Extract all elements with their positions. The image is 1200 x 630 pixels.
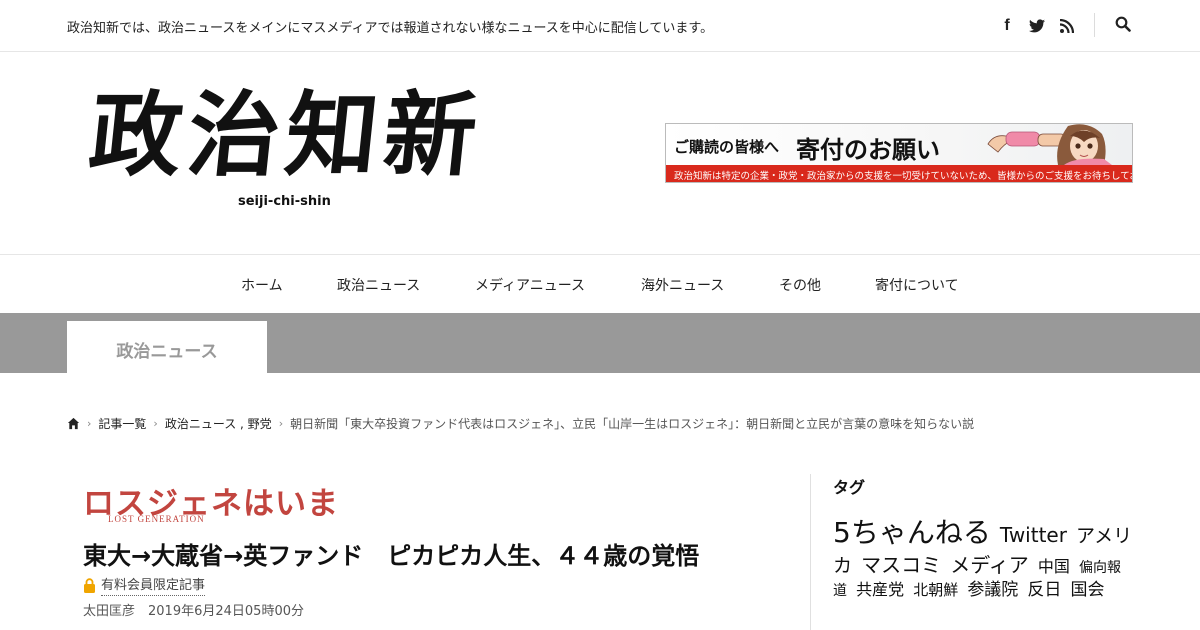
nav-item-donation[interactable]: 寄付について [875, 275, 959, 295]
nav-item-other[interactable]: その他 [779, 275, 821, 295]
facebook-icon[interactable]: f [998, 17, 1016, 35]
chevron-right-icon: › [153, 416, 158, 430]
breadcrumb: › 記事一覧 › 政治ニュース , 野党 › 朝日新聞「東大卒投資ファンド代表は… [67, 414, 974, 432]
category-title: 政治ニュース [116, 342, 218, 362]
paid-article-label: 有料会員限定記事 [83, 574, 206, 596]
nav-item-overseas[interactable]: 海外ニュース [641, 275, 724, 295]
tag-link[interactable]: 中国 [1038, 557, 1070, 576]
banner-title: 寄付のお願い [796, 135, 940, 164]
breadcrumb-category[interactable]: 政治ニュース , 野党 [165, 415, 272, 432]
mascot-illustration [987, 124, 1112, 165]
series-subtitle: LOST GENERATION [108, 514, 205, 524]
divider [1094, 13, 1095, 37]
nav-item-home[interactable]: ホーム [241, 275, 283, 295]
site-logo[interactable]: 政治知新 seiji-chi-shin [84, 78, 510, 218]
nav-item-media[interactable]: メディアニュース [475, 275, 585, 295]
site-tagline: 政治知新では、政治ニュースをメインにマスメディアでは報道されない様なニュースを中… [67, 21, 714, 36]
sidebar-title: タグ [833, 478, 866, 497]
donation-banner[interactable]: ご購読の皆様へ 寄付のお願い 政治知新は特定の企業・政党・政治家からの支援を一切… [665, 123, 1133, 183]
tag-link[interactable]: 反日 [1027, 580, 1061, 600]
banner-lead: ご購読の皆様へ [674, 138, 780, 156]
article-featured-image: ロスジェネはいま LOST GENERATION 東大→大蔵省→英ファンド ピカ… [67, 472, 795, 630]
paid-label-text: 有料会員限定記事 [101, 574, 206, 596]
category-tab: 政治ニュース [67, 321, 267, 373]
tag-link[interactable]: 共産党 [856, 580, 904, 599]
home-icon[interactable] [67, 417, 80, 430]
banner-note: 政治知新は特定の企業・政党・政治家からの支援を一切受けていないため、皆様からのご… [674, 171, 1133, 182]
banner-top: ご購読の皆様へ 寄付のお願い [666, 124, 1132, 165]
logo-subtitle: seiji-chi-shin [238, 194, 331, 209]
main-nav: ホーム 政治ニュース メディアニュース 海外ニュース その他 寄付について [0, 254, 1200, 313]
lock-icon [84, 577, 95, 593]
tag-link[interactable]: 国会 [1071, 580, 1105, 600]
tag-cloud: 5ちゃんねる Twitter アメリカ マスコミ メディア 中国 偏向報道 共産… [833, 514, 1133, 602]
rss-icon[interactable] [1058, 17, 1076, 35]
tag-link[interactable]: Twitter [1000, 523, 1067, 547]
breadcrumb-current: 朝日新聞「東大卒投資ファンド代表はロスジェネ」、立民「山岸一生はロスジェネ」：朝… [290, 416, 975, 431]
top-bar: 政治知新では、政治ニュースをメインにマスメディアでは報道されない様なニュースを中… [0, 0, 1200, 52]
tag-link[interactable]: マスコミ [861, 553, 941, 577]
article-byline: 太田匡彦 2019年6月24日05時00分 [83, 604, 304, 619]
tag-link[interactable]: 北朝鮮 [913, 581, 958, 599]
chevron-right-icon: › [87, 416, 92, 430]
tag-link[interactable]: 5ちゃんねる [833, 516, 991, 549]
breadcrumb-articles[interactable]: 記事一覧 [98, 415, 146, 432]
banner-note-bar: 政治知新は特定の企業・政党・政治家からの支援を一切受けていないため、皆様からのご… [666, 165, 1133, 182]
article-headline: 東大→大蔵省→英ファンド ピカピカ人生、４４歳の覚悟 [83, 542, 700, 570]
chevron-right-icon: › [278, 416, 284, 430]
nav-item-politics[interactable]: 政治ニュース [337, 275, 420, 295]
search-icon[interactable] [1115, 16, 1133, 34]
tag-link[interactable]: 参議院 [967, 580, 1018, 600]
twitter-icon[interactable] [1028, 17, 1046, 35]
category-band: 政治ニュース [0, 313, 1200, 373]
tag-link[interactable]: メディア [950, 553, 1029, 577]
logo-title: 政治知新 [84, 81, 488, 189]
sidebar-divider [810, 474, 811, 630]
